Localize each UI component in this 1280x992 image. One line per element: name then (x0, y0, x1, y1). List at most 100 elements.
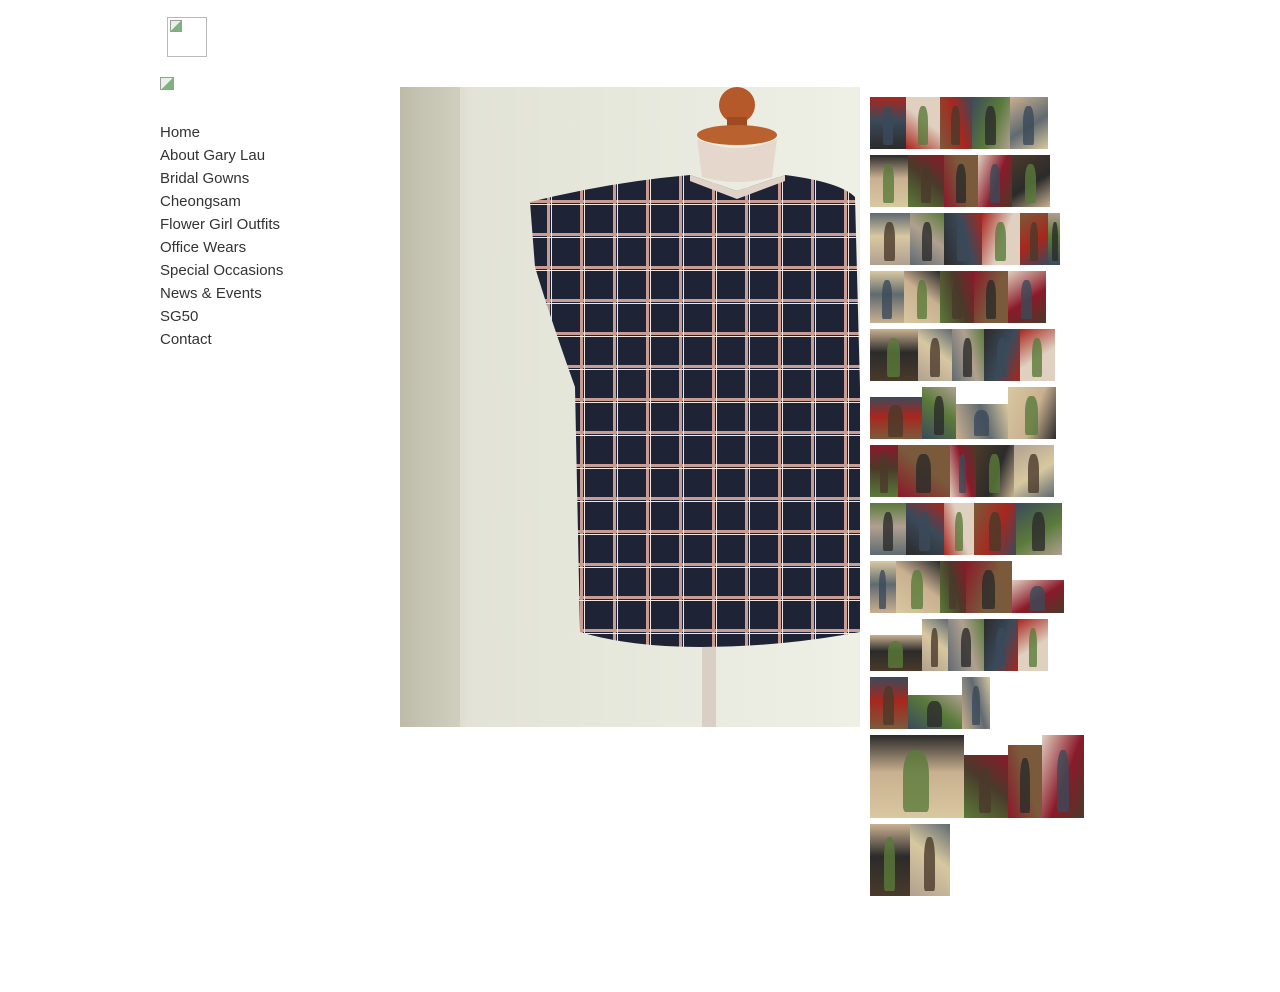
gallery-thumbnail[interactable] (906, 97, 940, 149)
gallery-thumbnail[interactable] (944, 503, 974, 555)
thumbnail-figure (961, 628, 971, 667)
gallery-thumbnail[interactable] (940, 97, 972, 149)
gallery-thumbnail[interactable] (982, 213, 1020, 265)
thumbnail-figure (883, 512, 893, 551)
gallery-thumbnail[interactable] (1008, 745, 1042, 818)
header-logo-image[interactable] (167, 17, 207, 57)
thumbnail-figure (888, 641, 903, 668)
thumbnail-figure (924, 837, 935, 891)
thumbnail-figure (974, 410, 989, 436)
thumbnail-figure (972, 686, 980, 725)
gallery-thumbnail[interactable] (870, 735, 964, 818)
thumbnail-figure (884, 222, 895, 261)
thumbnail-figure (887, 338, 900, 377)
gallery-thumbnail[interactable] (1010, 97, 1048, 149)
gallery-thumbnail[interactable] (956, 404, 1008, 439)
nav-news-events[interactable]: News & Events (160, 282, 360, 305)
thumbnail-figure (922, 222, 932, 261)
gallery-thumbnail[interactable] (870, 97, 906, 149)
thumbnail-figure (1023, 106, 1034, 145)
thumbnail-figure (884, 837, 895, 891)
gallery-thumbnail[interactable] (1008, 387, 1056, 439)
nav-about[interactable]: About Gary Lau (160, 144, 360, 167)
gallery-thumbnail[interactable] (908, 695, 962, 729)
gallery-thumbnail[interactable] (950, 445, 976, 497)
gallery-thumbnail[interactable] (944, 155, 978, 207)
gallery-thumbnail[interactable] (870, 271, 904, 323)
gallery-thumbnail[interactable] (918, 329, 952, 381)
gallery-thumbnail[interactable] (940, 561, 966, 613)
gallery-thumbnail[interactable] (910, 824, 950, 896)
gallery-thumbnail[interactable] (870, 397, 922, 439)
thumbnail-figure (986, 280, 996, 319)
thumbnail-figure (982, 570, 995, 609)
broken-image-icon (160, 77, 174, 90)
gallery-thumbnail[interactable] (922, 387, 956, 439)
gallery-thumbnail[interactable] (1048, 213, 1060, 265)
thumbnail-figure (918, 106, 928, 145)
gallery-thumbnail[interactable] (922, 619, 948, 671)
thumbnail-figure (879, 570, 886, 609)
thumbnail-figure (927, 701, 942, 727)
gallery-thumbnail[interactable] (870, 824, 910, 896)
gallery-thumbnail[interactable] (896, 561, 940, 613)
gallery-thumbnail[interactable] (940, 271, 974, 323)
gallery-thumbnail[interactable] (870, 329, 918, 381)
thumbnail-figure (888, 405, 903, 437)
gallery-thumbnail[interactable] (952, 329, 984, 381)
gallery-thumbnail[interactable] (974, 503, 1016, 555)
gallery-thumbnail[interactable] (870, 445, 898, 497)
gallery-thumbnail[interactable] (1042, 735, 1084, 818)
dress-form-illustration (400, 87, 860, 727)
thumbnail-figure (1052, 222, 1058, 261)
gallery-thumbnail[interactable] (978, 155, 1012, 207)
gallery-thumbnail[interactable] (984, 619, 1018, 671)
gallery-thumbnail[interactable] (944, 213, 982, 265)
nav-home[interactable]: Home (160, 121, 360, 144)
gallery-thumbnail[interactable] (984, 329, 1020, 381)
main-gallery-photo[interactable] (400, 87, 860, 727)
nav-bridal-gowns[interactable]: Bridal Gowns (160, 167, 360, 190)
gallery-thumbnail[interactable] (1020, 213, 1048, 265)
gallery-thumbnail[interactable] (910, 213, 944, 265)
nav-cheongsam[interactable]: Cheongsam (160, 190, 360, 213)
gallery-thumbnail[interactable] (898, 445, 950, 497)
gallery-thumbnail[interactable] (966, 561, 1012, 613)
nav-office-wears[interactable]: Office Wears (160, 236, 360, 259)
thumbnail-figure (996, 628, 1006, 667)
gallery-thumbnail[interactable] (904, 271, 940, 323)
gallery-thumbnail[interactable] (870, 635, 922, 671)
gallery-thumbnail[interactable] (870, 561, 896, 613)
thumbnail-figure (883, 686, 894, 725)
gallery-thumbnail[interactable] (906, 503, 944, 555)
gallery-thumbnail[interactable] (964, 755, 1008, 818)
gallery-thumbnail[interactable] (870, 155, 908, 207)
gallery-thumbnail[interactable] (1014, 445, 1054, 497)
gallery-thumbnail[interactable] (1016, 503, 1062, 555)
gallery-thumbnail[interactable] (1012, 580, 1064, 613)
gallery-thumbnail[interactable] (962, 677, 990, 729)
gallery-thumbnail[interactable] (976, 445, 1014, 497)
gallery-thumbnail[interactable] (1020, 329, 1055, 381)
thumbnail-figure (934, 396, 944, 435)
gallery-thumbnail[interactable] (870, 677, 908, 729)
nav-contact[interactable]: Contact (160, 328, 360, 351)
nav-sg50[interactable]: SG50 (160, 305, 360, 328)
thumbnail-figure (957, 222, 968, 261)
thumbnail-figure (1030, 222, 1038, 261)
thumbnail-figure (989, 454, 1000, 493)
gallery-thumbnail[interactable] (972, 97, 1010, 149)
thumbnail-figure (1028, 454, 1039, 493)
nav-special-occasions[interactable]: Special Occasions (160, 259, 360, 282)
thumbnail-figure (882, 280, 892, 319)
gallery-thumbnail[interactable] (870, 213, 910, 265)
gallery-thumbnail[interactable] (948, 619, 984, 671)
gallery-thumbnail[interactable] (870, 503, 906, 555)
nav-flower-girl-outfits[interactable]: Flower Girl Outfits (160, 213, 360, 236)
gallery-thumbnail[interactable] (1018, 619, 1048, 671)
gallery-thumbnail[interactable] (1008, 271, 1046, 323)
gallery-thumbnail[interactable] (974, 271, 1008, 323)
gallery-thumbnail[interactable] (908, 155, 944, 207)
gallery-thumbnail[interactable] (1012, 155, 1050, 207)
thumbnail-figure (955, 512, 963, 551)
